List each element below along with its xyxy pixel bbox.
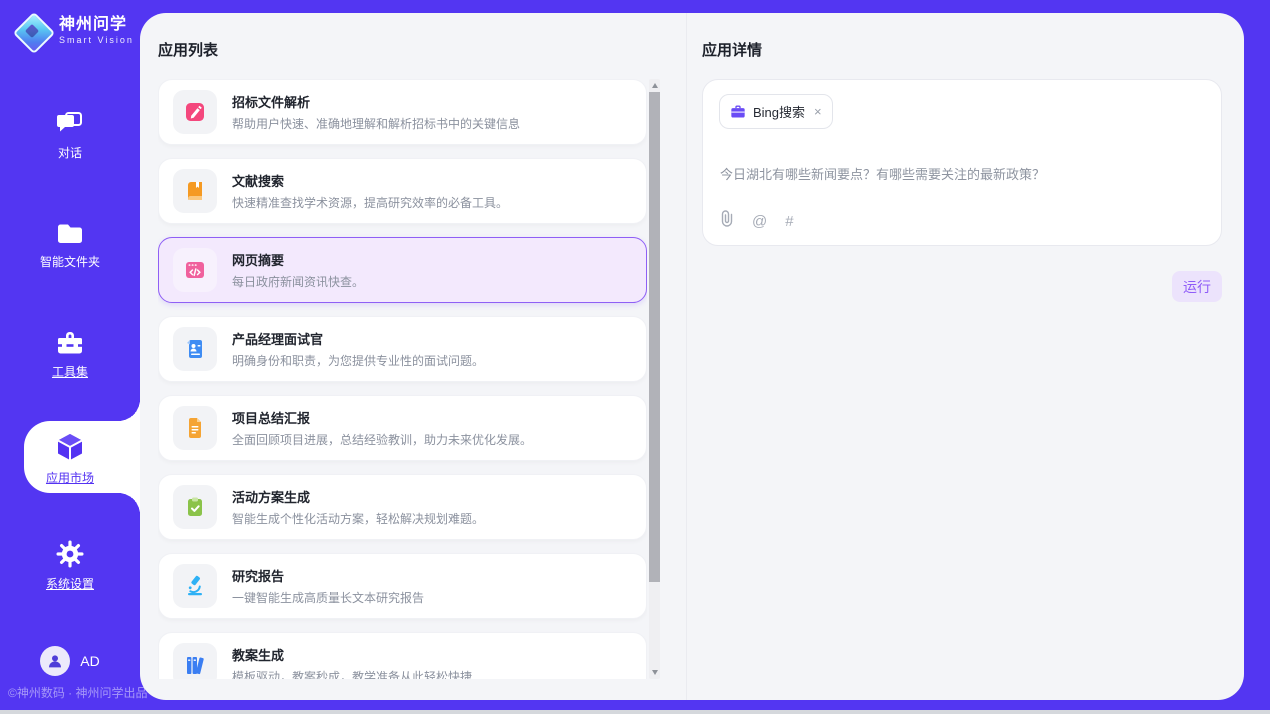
run-button[interactable]: 运行 xyxy=(1172,271,1222,302)
gear-icon xyxy=(55,539,85,569)
scroll-down-button[interactable] xyxy=(649,666,660,679)
hash-icon[interactable]: # xyxy=(785,213,793,230)
sidebar-item-chat[interactable]: 对话 xyxy=(0,110,140,161)
app-card-desc: 全面回顾项目进展，总结经验教训，助力未来优化发展。 xyxy=(232,431,532,448)
sidebar-item-smart-folder[interactable]: 智能文件夹 xyxy=(0,221,140,270)
main-content: 应用列表 应用详情 招标文件解析 帮助用户快速、准确地理解和解析招标书中的关键信… xyxy=(140,13,1244,700)
tool-tag-label: Bing搜索 xyxy=(753,102,805,121)
copyright-footer: ©神州数码 · 神州问学出品 xyxy=(8,684,148,701)
app-card-title: 教案生成 xyxy=(232,645,472,664)
app-card-title: 产品经理面试官 xyxy=(232,329,484,348)
app-card-desc: 快速精准查找学术资源，提高研究效率的必备工具。 xyxy=(232,194,508,211)
prompt-toolbar: @ # xyxy=(720,210,794,232)
app-card-title: 网页摘要 xyxy=(232,250,364,269)
app-card-pm-interviewer[interactable]: 产品经理面试官 明确身份和职责，为您提供专业性的面试问题。 xyxy=(158,316,647,382)
triangle-up-icon xyxy=(652,83,658,88)
cube-icon xyxy=(54,431,86,463)
brand-diamond-icon xyxy=(14,13,50,49)
sidebar: 神州问学 Smart Vision 对话 智能文件夹 xyxy=(0,0,140,714)
brand-logo: 神州问学 Smart Vision xyxy=(14,13,134,49)
app-card-literature-search[interactable]: 文献搜索 快速精准查找学术资源，提高研究效率的必备工具。 xyxy=(158,158,647,224)
clipboard-check-icon xyxy=(173,485,217,529)
app-card-title: 文献搜索 xyxy=(232,171,508,190)
app-card-desc: 明确身份和职责，为您提供专业性的面试问题。 xyxy=(232,352,484,369)
app-card-research-report[interactable]: 研究报告 一键智能生成高质量长文本研究报告 xyxy=(158,553,647,619)
sidebar-item-label: 系统设置 xyxy=(46,575,94,592)
app-card-lesson-plan[interactable]: 教案生成 模板驱动，教案秒成，教学准备从此轻松快捷 xyxy=(158,632,647,679)
user-account[interactable]: AD xyxy=(0,646,140,676)
document-icon xyxy=(173,406,217,450)
panel-divider xyxy=(686,13,687,700)
close-icon[interactable]: × xyxy=(814,105,822,118)
app-card-title: 研究报告 xyxy=(232,566,424,585)
browser-code-icon xyxy=(173,248,217,292)
app-card-web-summary[interactable]: 网页摘要 每日政府新闻资讯快查。 xyxy=(158,237,647,303)
book-icon xyxy=(173,169,217,213)
prompt-input[interactable]: 今日湖北有哪些新闻要点？有哪些需要关注的最新政策？ xyxy=(720,164,1205,183)
app-card-desc: 一键智能生成高质量长文本研究报告 xyxy=(232,589,424,606)
toolbox-icon xyxy=(55,329,85,357)
app-list-scrollbar[interactable] xyxy=(649,79,660,679)
app-card-desc: 每日政府新闻资讯快查。 xyxy=(232,273,364,290)
books-icon xyxy=(173,643,217,679)
resume-icon xyxy=(173,327,217,371)
sidebar-item-label: 智能文件夹 xyxy=(40,253,100,270)
avatar xyxy=(40,646,70,676)
sidebar-item-label: 对话 xyxy=(58,144,82,161)
paperclip-icon[interactable] xyxy=(720,210,734,232)
app-card-project-summary[interactable]: 项目总结汇报 全面回顾项目进展，总结经验教训，助力未来优化发展。 xyxy=(158,395,647,461)
brand-name: 神州问学 xyxy=(59,16,134,34)
chat-icon xyxy=(55,110,85,138)
sidebar-item-label: 工具集 xyxy=(52,363,88,380)
person-icon xyxy=(46,652,64,670)
app-card-desc: 帮助用户快速、准确地理解和解析招标书中的关键信息 xyxy=(232,115,520,132)
app-card-desc: 智能生成个性化活动方案，轻松解决规划难题。 xyxy=(232,510,484,527)
briefcase-icon xyxy=(730,104,746,119)
tool-tag-bing-search[interactable]: Bing搜索 × xyxy=(719,94,833,129)
user-initials: AD xyxy=(80,653,99,669)
sidebar-item-settings[interactable]: 系统设置 xyxy=(0,539,140,592)
prompt-card: Bing搜索 × 今日湖北有哪些新闻要点？有哪些需要关注的最新政策？ @ # xyxy=(702,79,1222,246)
app-detail-title: 应用详情 xyxy=(702,39,762,60)
app-card-desc: 模板驱动，教案秒成，教学准备从此轻松快捷 xyxy=(232,668,472,679)
sidebar-item-label: 应用市场 xyxy=(46,469,94,486)
app-card-title: 项目总结汇报 xyxy=(232,408,532,427)
edit-square-icon xyxy=(173,90,217,134)
app-list: 招标文件解析 帮助用户快速、准确地理解和解析招标书中的关键信息 文献搜索 快速精… xyxy=(158,79,647,679)
app-card-title: 活动方案生成 xyxy=(232,487,484,506)
folder-icon xyxy=(55,221,85,247)
triangle-down-icon xyxy=(652,670,658,675)
app-list-title: 应用列表 xyxy=(158,39,218,60)
sidebar-item-app-market[interactable]: 应用市场 xyxy=(0,431,140,486)
brand-subtitle: Smart Vision xyxy=(59,36,134,46)
app-card-event-plan[interactable]: 活动方案生成 智能生成个性化活动方案，轻松解决规划难题。 xyxy=(158,474,647,540)
window-bottom-edge xyxy=(0,710,1270,714)
scroll-up-button[interactable] xyxy=(649,79,660,92)
app-card-bid-analysis[interactable]: 招标文件解析 帮助用户快速、准确地理解和解析招标书中的关键信息 xyxy=(158,79,647,145)
app-card-title: 招标文件解析 xyxy=(232,92,520,111)
microscope-icon xyxy=(173,564,217,608)
sidebar-item-toolbox[interactable]: 工具集 xyxy=(0,329,140,380)
scrollbar-thumb[interactable] xyxy=(649,92,660,582)
at-icon[interactable]: @ xyxy=(752,213,767,230)
